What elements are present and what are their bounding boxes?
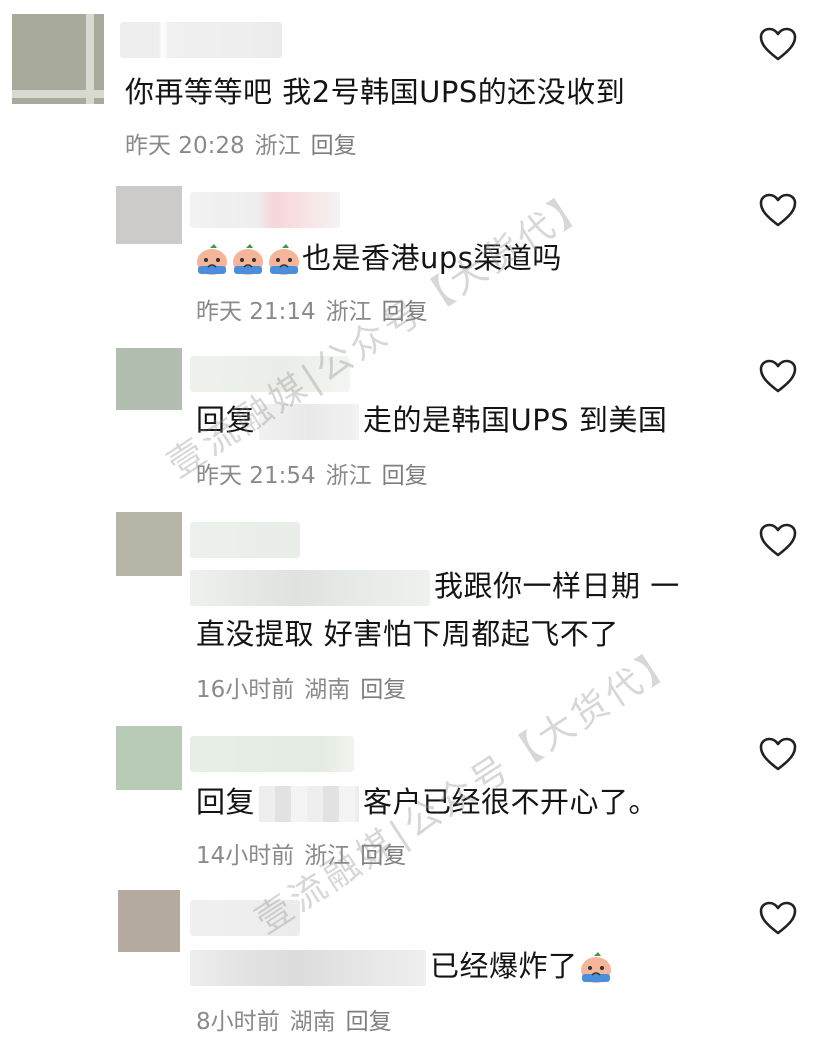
heart-icon[interactable] xyxy=(758,900,798,936)
comment-text-body: 已经爆炸了 xyxy=(430,949,578,983)
username-blurred[interactable] xyxy=(190,900,300,936)
comment-meta: 8小时前 湖南 回复 xyxy=(196,1002,402,1036)
comment-text: 已经爆炸了 xyxy=(190,944,614,988)
comment-6: 已经爆炸了 8小时前 湖南 回复 xyxy=(0,0,834,1054)
comment-time: 8小时前 xyxy=(196,1009,280,1035)
mentioned-user-blurred[interactable] xyxy=(190,950,426,986)
comment-location: 湖南 xyxy=(289,1009,336,1035)
avatar[interactable] xyxy=(118,890,180,952)
crying-emoji-icon xyxy=(580,952,611,983)
reply-button[interactable]: 回复 xyxy=(346,1009,392,1035)
